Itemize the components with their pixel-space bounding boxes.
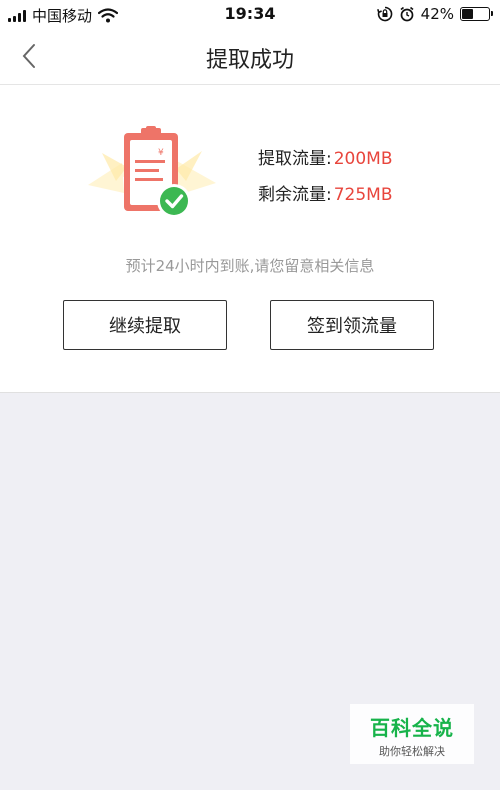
svg-text:¥: ¥ [158, 148, 164, 158]
nav-header: 提取成功 [0, 28, 500, 85]
clipboard-success-icon: ¥ [88, 126, 216, 218]
status-bar: 中国移动 19:34 42% [0, 0, 500, 28]
watermark-slogan: 助你轻松解决 [379, 745, 445, 758]
battery-percent: 42% [420, 5, 454, 23]
rotation-lock-icon [376, 6, 392, 22]
alarm-icon [400, 6, 414, 22]
extracted-amount: 提取流量: 200MB [258, 144, 393, 169]
battery-icon [460, 7, 493, 21]
extracted-value: 200MB [333, 149, 393, 169]
extracted-label: 提取流量: [258, 149, 332, 169]
remaining-amount: 剩余流量: 725MB [258, 180, 393, 205]
remaining-label: 剩余流量: [258, 185, 332, 205]
remaining-value: 725MB [333, 185, 393, 205]
continue-extract-button[interactable]: 继续提取 [63, 300, 227, 350]
watermark-brand: 百科全说 [370, 716, 454, 740]
page-title: 提取成功 [205, 48, 294, 73]
battery-fill [462, 9, 473, 19]
signin-claim-button[interactable]: 签到领流量 [270, 300, 434, 350]
status-right-group: 42% [376, 5, 493, 23]
result-card: ¥ 提取流量: 200MB 剩余流量: 725MB 预计24小时内到账,请您留意相关… [0, 85, 500, 393]
arrival-notice: 预计24小时内到账,请您留意相关信息 [125, 257, 375, 275]
watermark: 百科全说 助你轻松解决 [350, 704, 474, 764]
